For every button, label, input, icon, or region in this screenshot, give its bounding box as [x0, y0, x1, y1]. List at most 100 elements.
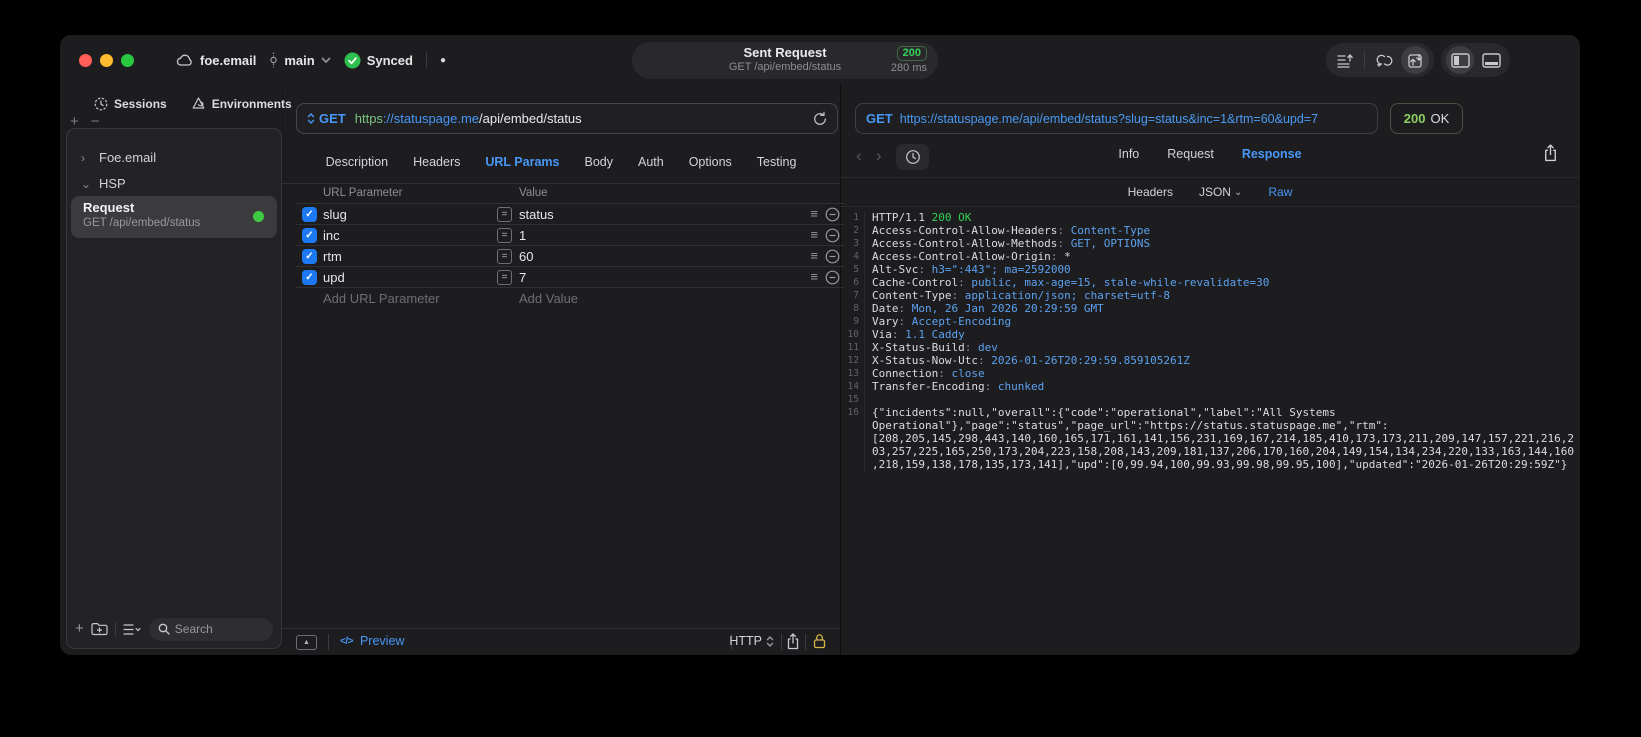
response-status-badge: 200 OK [1390, 103, 1463, 134]
tab-body[interactable]: Body [584, 155, 613, 169]
row-menu-icon[interactable]: ≡ [810, 248, 818, 263]
subtab-raw[interactable]: Raw [1268, 185, 1292, 199]
param-checkbox[interactable]: ✓ [302, 249, 317, 264]
sort-export-button[interactable] [1331, 46, 1359, 74]
search-icon [158, 623, 170, 635]
remove-row-icon[interactable] [825, 228, 840, 243]
project-menu[interactable]: foe.email [176, 53, 256, 68]
response-url-bar[interactable]: GET https://statuspage.me/api/embed/stat… [855, 103, 1378, 134]
param-name-field[interactable]: inc [323, 228, 340, 243]
subtab-json[interactable]: JSON ⌄ [1199, 185, 1242, 199]
toolbar-group-actions [1326, 43, 1434, 77]
method-select[interactable]: GET [319, 111, 346, 126]
param-checkbox[interactable]: ✓ [302, 228, 317, 243]
add-value-field[interactable]: Add Value [519, 291, 578, 306]
tab-environments[interactable]: Environments [191, 97, 292, 111]
line-number: 6 [840, 276, 865, 289]
add-request-button[interactable]: + [75, 621, 84, 636]
toggle-sidebar-button[interactable] [1446, 46, 1474, 74]
sessions-panel: › Foe.email ⌄ HSP Request GET /api/embed… [66, 128, 282, 649]
resend-icon[interactable] [813, 111, 827, 126]
request-summary-pill[interactable]: Sent Request GET /api/embed/status 200 2… [632, 42, 938, 79]
param-value-field[interactable]: 60 [519, 249, 533, 264]
close-button[interactable] [79, 54, 92, 67]
line-number: 12 [840, 354, 865, 367]
preview-button[interactable]: </> Preview [340, 634, 404, 648]
tab-environments-label: Environments [211, 97, 292, 111]
add-param-field[interactable]: Add URL Parameter [323, 291, 440, 306]
sidebar-item-request[interactable]: Request GET /api/embed/status [71, 196, 277, 238]
param-checkbox[interactable]: ✓ [302, 207, 317, 222]
tree-group-foe-email[interactable]: › Foe.email [81, 150, 156, 165]
line-content: HTTP/1.1 200 OK [872, 211, 972, 224]
expand-panel-button[interactable]: ▲ [296, 635, 317, 650]
group-options-icon[interactable] [123, 623, 142, 636]
search-input[interactable]: Search [148, 617, 273, 641]
branch-selector[interactable]: main [269, 52, 331, 68]
synced-check-icon [344, 52, 361, 69]
response-subtabs: Headers JSON ⌄ Raw [840, 181, 1580, 203]
line-content: {"incidents":null,"overall":{"code":"ope… [872, 406, 1574, 471]
equals-icon: = [497, 249, 512, 264]
param-checkbox[interactable]: ✓ [302, 270, 317, 285]
row-menu-icon[interactable]: ≡ [810, 206, 818, 221]
url-field[interactable]: https://statuspage.me/api/embed/status [355, 111, 582, 126]
line-content: X-Status-Now-Utc: 2026-01-26T20:29:59.85… [872, 354, 1190, 367]
response-method: GET [866, 111, 893, 126]
row-menu-icon[interactable]: ≡ [810, 269, 818, 284]
tab-sessions[interactable]: Sessions [94, 97, 167, 111]
tab-response[interactable]: Response [1242, 147, 1302, 161]
subtab-headers[interactable]: Headers [1128, 185, 1173, 199]
param-value-field[interactable]: 1 [519, 228, 526, 243]
code-line: 8 Date: Mon, 26 Jan 2026 20:29:59 GMT [840, 302, 1580, 315]
titlebar-divider [425, 52, 427, 68]
equals-icon: = [497, 228, 512, 243]
code-line: 12 X-Status-Now-Utc: 2026-01-26T20:29:59.… [840, 354, 1580, 367]
share-icon[interactable] [786, 633, 800, 650]
tab-info[interactable]: Info [1118, 147, 1139, 161]
tab-description[interactable]: Description [326, 155, 389, 169]
param-name-field[interactable]: rtm [323, 249, 342, 264]
toggle-bottom-panel-button[interactable] [1477, 46, 1505, 74]
chevron-down-icon: ⌄ [81, 176, 92, 191]
line-number: 16 [840, 406, 865, 471]
lock-icon[interactable] [813, 633, 826, 649]
param-value-field[interactable]: status [519, 207, 554, 222]
tab-request[interactable]: Request [1167, 147, 1214, 161]
export-response-icon[interactable] [1543, 144, 1558, 162]
param-name-field[interactable]: slug [323, 207, 347, 222]
environments-icon [191, 97, 206, 111]
tab-options[interactable]: Options [689, 155, 732, 169]
tree-group-hsp[interactable]: ⌄ HSP [81, 176, 126, 191]
panel-left-icon [1450, 52, 1470, 68]
remove-row-icon[interactable] [825, 270, 840, 285]
line-number: 2 [840, 224, 865, 237]
check-icon: ✓ [305, 251, 314, 262]
project-name: foe.email [200, 52, 257, 68]
param-name-field[interactable]: upd [323, 270, 345, 285]
tab-headers[interactable]: Headers [413, 155, 460, 169]
line-number: 9 [840, 315, 865, 328]
tab-auth[interactable]: Auth [638, 155, 664, 169]
url-scheme: https [354, 111, 383, 126]
loops-icon [1375, 53, 1394, 68]
new-folder-icon[interactable] [91, 622, 108, 636]
window-controls [79, 54, 134, 67]
row-menu-icon[interactable]: ≡ [810, 227, 818, 242]
fullscreen-button[interactable] [121, 54, 134, 67]
param-value-field[interactable]: 7 [519, 270, 526, 285]
lines-up-arrow-icon [1336, 53, 1354, 68]
code-line: 9 Vary: Accept-Encoding [840, 315, 1580, 328]
line-content: Access-Control-Allow-Headers: Content-Ty… [872, 224, 1151, 237]
tab-testing[interactable]: Testing [757, 155, 797, 169]
import-export-button[interactable] [1401, 46, 1429, 74]
minimize-button[interactable] [100, 54, 113, 67]
tab-url-params[interactable]: URL Params [485, 155, 559, 169]
tab-sessions-label: Sessions [114, 97, 167, 111]
remove-row-icon[interactable] [825, 249, 840, 264]
protocol-select[interactable]: HTTP [729, 634, 774, 648]
sync-status[interactable]: Synced [344, 52, 413, 69]
sync-requests-button[interactable] [1370, 46, 1398, 74]
request-url-bar[interactable]: GET https://statuspage.me/api/embed/stat… [296, 103, 838, 134]
remove-row-icon[interactable] [825, 207, 840, 222]
